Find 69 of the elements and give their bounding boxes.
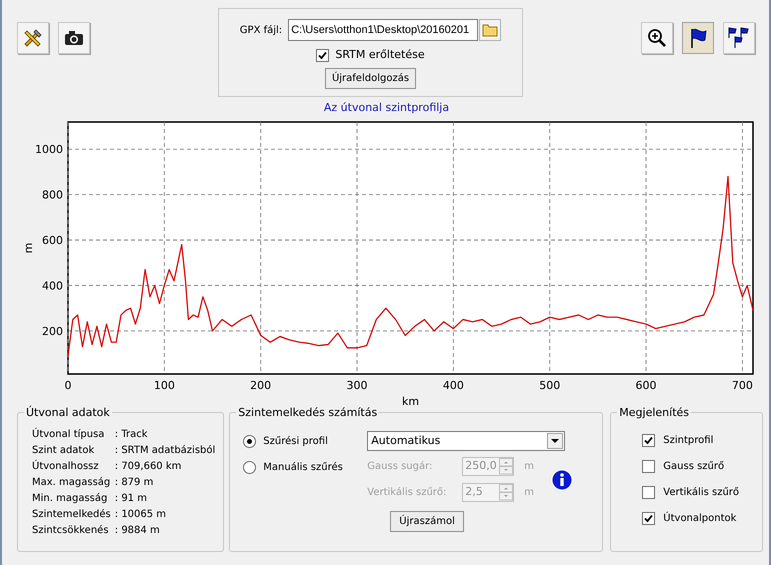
toolbar-button[interactable]: [682, 22, 714, 54]
y-tick-label: 400: [42, 278, 63, 292]
toolbar-button[interactable]: [723, 22, 755, 54]
y-tick-label: 800: [42, 188, 63, 202]
radio-label: Manuális szűrés: [263, 461, 343, 475]
checkbox-label: Útvonalpontok: [663, 511, 736, 526]
gpx-path-field[interactable]: C:\Users\otthon1\Desktop\20160201: [288, 19, 478, 41]
unit-label: m: [524, 486, 534, 500]
y-tick-label: 1000: [35, 142, 63, 156]
info-value: : SRTM adatbázisból: [114, 444, 216, 458]
radio-label: Szűrési profil: [263, 435, 328, 449]
unit-label: m: [524, 460, 534, 474]
info-value: : 10065 m: [114, 508, 168, 522]
toolbar-button[interactable]: [58, 22, 90, 54]
info-label: Szint adatok: [32, 444, 96, 458]
folder-icon: [482, 23, 498, 37]
toolbar-button[interactable]: [641, 22, 673, 54]
group-title: Megjelenítés: [618, 404, 690, 420]
checkbox[interactable]: [642, 434, 656, 447]
checkbox[interactable]: [642, 486, 656, 499]
x-axis-label: km: [402, 394, 420, 408]
info-value: : 9884 m: [114, 524, 161, 538]
toolbar-button[interactable]: [17, 22, 49, 54]
field-label: Gauss sugár:: [367, 460, 434, 474]
info-value: : 879 m: [114, 476, 154, 490]
group-title: Szintemelkedés számítás: [237, 404, 378, 420]
checkbox[interactable]: [642, 512, 656, 525]
info-label: Útvonal típusa: [32, 427, 106, 442]
y-axis-label: m: [22, 242, 35, 253]
zoom-in-icon: [647, 28, 667, 48]
info-label: Szintemelkedés: [32, 508, 111, 522]
recalculate-button[interactable]: Újraszámol: [390, 511, 464, 532]
field-label: Vertikális szűrő:: [367, 486, 448, 500]
info-value: : 709,660 km: [114, 460, 182, 474]
gpx-label: GPX fájl:: [240, 24, 282, 38]
radio-button[interactable]: [243, 435, 256, 448]
info-label: Szintcsökkenés: [32, 524, 110, 538]
info-icon: [552, 470, 572, 490]
chart-title: Az útvonal szintprofilja: [324, 100, 450, 116]
browse-button[interactable]: [479, 19, 502, 41]
info-value: : Track: [114, 428, 148, 442]
checkbox[interactable]: [316, 48, 330, 62]
checkbox-label: Vertikális szűrő: [663, 486, 740, 500]
radio-button[interactable]: [243, 461, 256, 474]
group-title: Útvonal adatok: [25, 404, 111, 420]
info-label: Útvonalhossz: [32, 459, 100, 474]
x-tick-label: 300: [346, 378, 368, 392]
spinner-arrows-icon: [499, 458, 514, 475]
srtm-label: SRTM erőltetése: [335, 47, 425, 63]
info-value: : 91 m: [114, 492, 148, 506]
y-tick-label: 600: [42, 234, 63, 247]
checkbox[interactable]: [642, 460, 656, 473]
x-tick-label: 500: [539, 378, 560, 392]
x-tick-label: 400: [442, 378, 464, 392]
reprocess-button[interactable]: Újrafeldolgozás: [324, 68, 416, 88]
y-tick-label: 200: [42, 324, 63, 338]
x-tick-label: 200: [250, 378, 272, 392]
checkbox-label: Szintprofil: [663, 434, 714, 448]
checkbox-label: Gauss szűrő: [663, 460, 724, 474]
x-tick-label: 100: [154, 378, 175, 392]
info-label: Max. magasság: [32, 476, 111, 490]
spinner-arrows-icon: [499, 484, 514, 501]
profile-dropdown[interactable]: Automatikus: [367, 431, 566, 451]
x-tick-label: 700: [732, 378, 753, 392]
x-tick-label: 0: [64, 378, 72, 392]
tools-icon: [22, 27, 44, 49]
x-tick-label: 600: [636, 378, 657, 392]
info-label: Min. magasság: [32, 492, 108, 506]
flags-icon: [727, 27, 751, 49]
